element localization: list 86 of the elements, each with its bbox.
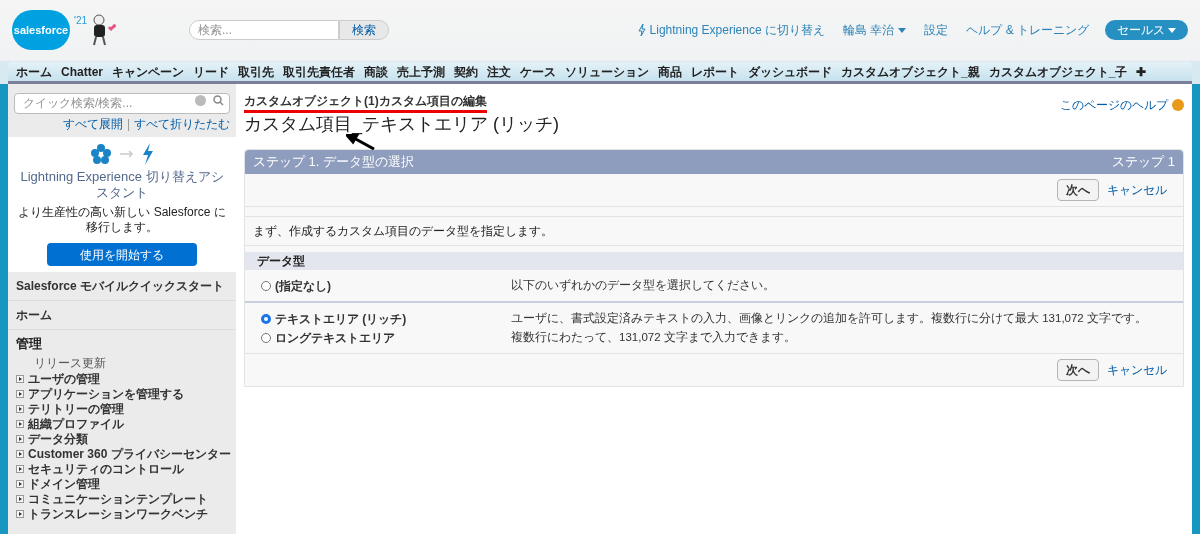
tree-item[interactable]: 組織プロファイル bbox=[8, 416, 236, 432]
nav-tab[interactable]: 注文 bbox=[487, 62, 511, 81]
nav-tab[interactable]: 契約 bbox=[454, 62, 478, 81]
expand-icon bbox=[16, 495, 24, 503]
arrow-icon bbox=[120, 150, 134, 158]
separator: | bbox=[126, 116, 130, 133]
tree-item[interactable]: データ分類 bbox=[8, 431, 236, 447]
info-icon bbox=[195, 95, 206, 106]
expand-icon bbox=[16, 465, 24, 473]
assistant-description: より生産性の高い新しい Salesforce に移行します。 bbox=[17, 205, 227, 235]
nav-tab[interactable]: ダッシュボード bbox=[748, 62, 832, 81]
nav-tab[interactable]: 取引先 bbox=[238, 62, 274, 81]
nav-tab[interactable]: カスタムオブジェクト_親 bbox=[841, 62, 980, 81]
nav-tab[interactable]: 売上予測 bbox=[397, 62, 445, 81]
flower-icon bbox=[90, 143, 112, 165]
tree-item[interactable]: テリトリーの管理 bbox=[8, 401, 236, 417]
next-button[interactable]: 次へ bbox=[1057, 359, 1099, 381]
nav-tab[interactable]: Chatter bbox=[61, 62, 103, 81]
expand-icon bbox=[16, 420, 24, 428]
next-button[interactable]: 次へ bbox=[1057, 179, 1099, 201]
header-link[interactable]: ヘルプ & トレーニング bbox=[966, 21, 1089, 39]
expand-icon bbox=[16, 390, 24, 398]
nav-tab[interactable]: 商談 bbox=[364, 62, 388, 81]
cancel-link[interactable]: キャンセル bbox=[1107, 181, 1167, 199]
nav-tab[interactable]: 取引先責任者 bbox=[283, 62, 355, 81]
logo-drawing: salesforce bbox=[12, 10, 70, 50]
sidebar-section-title: 管理 bbox=[15, 335, 43, 353]
expand-icon bbox=[16, 450, 24, 458]
option-description: ユーザに、書式設定済みテキストの入力、画像とリンクの追加を許可します。複数行に分けて最大 131,072 文字です。 bbox=[511, 310, 1147, 326]
tree-item[interactable]: コミュニケーションテンプレート bbox=[8, 491, 236, 507]
radio-button[interactable] bbox=[261, 332, 271, 343]
lightning-icon bbox=[142, 143, 154, 165]
start-button[interactable]: 使用を開始する bbox=[47, 243, 197, 266]
lightning-icon bbox=[637, 24, 646, 36]
annotation-arrow bbox=[346, 134, 376, 150]
search-icon bbox=[213, 95, 224, 106]
intro-text: まず、作成するカスタム項目のデータ型を指定します。 bbox=[252, 223, 554, 240]
tree-item[interactable]: Customer 360 プライバシーセンター bbox=[8, 446, 236, 462]
nav-tab[interactable]: ✚ bbox=[1136, 62, 1147, 81]
expand-icon bbox=[16, 510, 24, 518]
nav-tab[interactable]: レポート bbox=[691, 62, 739, 81]
tree-item[interactable]: アプリケーションを管理する bbox=[8, 386, 236, 402]
collapse-all-link[interactable]: すべて折りたたむ bbox=[134, 115, 230, 133]
nav-tab[interactable]: 商品 bbox=[658, 62, 682, 81]
header-link[interactable]: Lightning Experience に切り替え bbox=[637, 21, 825, 39]
tree-item[interactable]: トランスレーションワークベンチ bbox=[8, 506, 236, 522]
tree-item[interactable]: ドメイン管理 bbox=[8, 476, 236, 492]
nav-tab[interactable]: ケース bbox=[520, 62, 556, 81]
radio-button[interactable] bbox=[261, 313, 271, 324]
section-title: データ型 bbox=[257, 253, 305, 270]
help-icon bbox=[1172, 99, 1184, 111]
nav-tab[interactable]: カスタムオブジェクト_子 bbox=[988, 62, 1128, 81]
expand-icon bbox=[16, 480, 24, 488]
page-title: カスタム項目_テキストエリア (リッチ) bbox=[244, 113, 559, 135]
search-field[interactable]: 検索... bbox=[189, 20, 339, 40]
user-menu[interactable]: 輪島 幸治 bbox=[843, 21, 907, 39]
option-description: 以下のいずれかのデータ型を選択してください。 bbox=[511, 277, 775, 294]
tree-item[interactable]: ユーザの管理 bbox=[8, 371, 236, 387]
caret-icon bbox=[1168, 27, 1176, 33]
search-button[interactable]: 検索 bbox=[339, 20, 389, 40]
expand-icon bbox=[16, 375, 24, 383]
option-description: 複数行にわたって、131,072 文字まで入力できます。 bbox=[511, 329, 796, 345]
sidebar-link[interactable]: リリース更新 bbox=[8, 353, 236, 372]
expand-icon bbox=[16, 435, 24, 443]
radio-button[interactable] bbox=[261, 280, 271, 291]
step-title: ステップ 1. データ型の選択 bbox=[253, 153, 415, 172]
nav-tab[interactable]: リード bbox=[193, 62, 229, 81]
breadcrumb-link[interactable]: カスタムオブジェクト(1)カスタム項目の編集 bbox=[244, 92, 487, 113]
tree-item[interactable]: セキュリティのコントロール bbox=[8, 461, 236, 477]
radio-option[interactable]: テキストエリア (リッチ) bbox=[261, 309, 511, 328]
expand-all-link[interactable]: すべて展開 bbox=[62, 115, 123, 133]
cancel-link[interactable]: キャンセル bbox=[1107, 361, 1167, 379]
help-link[interactable]: このページのヘルプ bbox=[1060, 96, 1184, 114]
step-counter: ステップ 1 bbox=[1112, 153, 1175, 172]
quick-search-field[interactable]: クイック検索/検索... bbox=[14, 92, 230, 114]
nav-tab[interactable]: ホーム bbox=[16, 62, 52, 81]
release-label: '21 bbox=[74, 14, 88, 28]
assistant-title: Lightning Experience 切り替えアシスタント bbox=[19, 169, 225, 201]
radio-option[interactable]: (指定なし) bbox=[261, 276, 511, 295]
app-menu[interactable]: セールス bbox=[1105, 20, 1188, 40]
nav-tab[interactable]: キャンペーン bbox=[112, 62, 184, 81]
caret-icon bbox=[898, 27, 907, 33]
header-link[interactable]: 設定 bbox=[924, 21, 949, 39]
radio-option[interactable]: ロングテキストエリア bbox=[261, 328, 511, 347]
expand-icon bbox=[16, 405, 24, 413]
nav-tab[interactable]: ソリューション bbox=[565, 62, 649, 81]
